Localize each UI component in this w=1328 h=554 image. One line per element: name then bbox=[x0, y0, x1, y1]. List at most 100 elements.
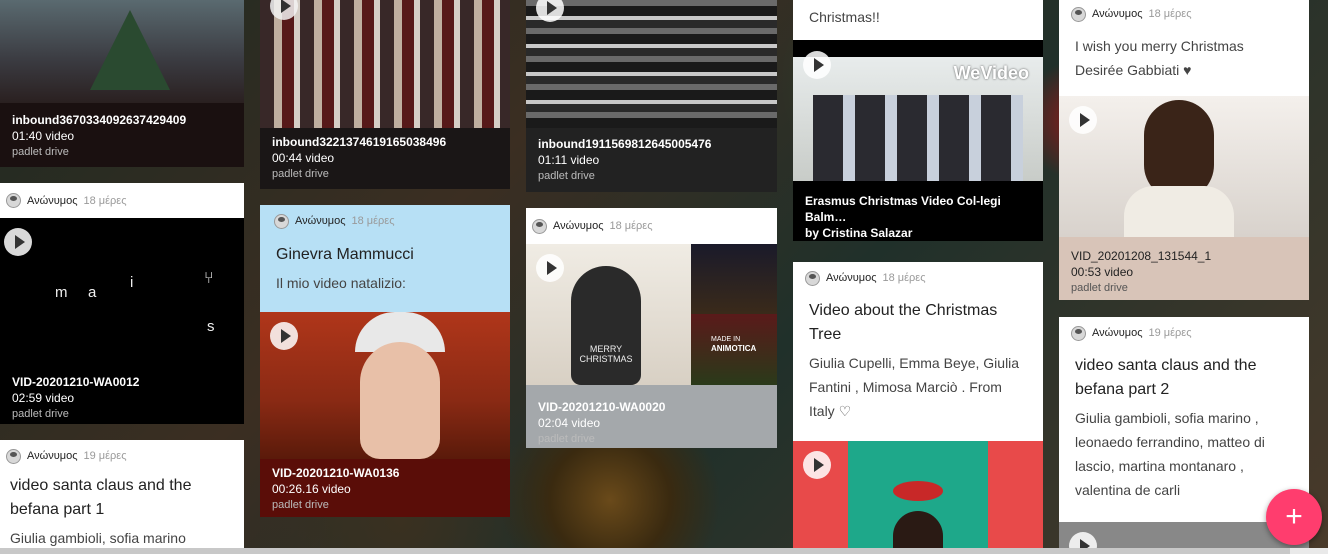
video-source: padlet drive bbox=[538, 433, 595, 445]
video-logo: WeVideo bbox=[953, 63, 1029, 83]
video-meta: inbound3221374619165038496 00:44 video p… bbox=[260, 128, 510, 188]
thumbnail-letter: a bbox=[88, 284, 97, 301]
post-author: Ανώνυμος bbox=[27, 194, 78, 207]
post-card-video-1[interactable]: inbound3670334092637429409 01:40 video p… bbox=[0, 0, 244, 167]
video-thumbnail[interactable] bbox=[260, 0, 510, 128]
add-post-button[interactable]: + bbox=[1266, 489, 1322, 545]
thumbnail-letter: i bbox=[130, 274, 134, 291]
video-filename: VID-20201210-WA0020 bbox=[538, 400, 666, 414]
video-duration: 02:59 video bbox=[12, 391, 75, 405]
video-meta: VID_20201208_131544_1 00:53 video padlet… bbox=[1059, 242, 1309, 300]
post-card-video-6[interactable]: Ανώνυμος 18 μέρες MERRY CHRISTMAS MADE I… bbox=[526, 208, 777, 448]
post-author: Ανώνυμος bbox=[553, 220, 604, 232]
video-meta: VID-20201210-WA0012 02:59 video padlet d… bbox=[0, 368, 244, 424]
video-thumbnail[interactable]: MERRY CHRISTMAS MADE IN ANIMOTICA bbox=[526, 244, 777, 385]
video-thumbnail[interactable] bbox=[0, 0, 244, 103]
play-icon[interactable] bbox=[270, 322, 298, 350]
post-header: Ανώνυμος 18 μέρες bbox=[526, 208, 777, 244]
post-body: Giulia gambioli, sofia marino , leonaedo… bbox=[1075, 410, 1265, 498]
avatar bbox=[532, 218, 547, 234]
thumbnail-letter: s bbox=[207, 318, 215, 335]
watermark-made-in: MADE IN bbox=[711, 336, 741, 343]
video-source: padlet drive bbox=[12, 408, 69, 420]
horizontal-scrollbar-thumb[interactable] bbox=[0, 548, 1290, 554]
play-icon[interactable] bbox=[803, 451, 831, 479]
post-title: Ginevra Mammucci bbox=[276, 246, 414, 263]
post-header: Ανώνυμος 18 μέρες bbox=[793, 262, 1043, 294]
post-author: Ανώνυμος bbox=[295, 215, 346, 227]
group-of-people bbox=[813, 95, 1023, 181]
video-duration: 00:44 video bbox=[272, 151, 335, 165]
video-filename: VID-20201210-WA0012 bbox=[12, 375, 140, 389]
play-icon[interactable] bbox=[536, 254, 564, 282]
post-card-text-1[interactable]: Ανώνυμος 19 μέρες video santa claus and … bbox=[0, 440, 244, 554]
post-author: Ανώνυμος bbox=[27, 450, 78, 462]
video-filename: inbound1911569812645005476 bbox=[538, 137, 712, 151]
sweater-text: MERRY CHRISTMAS bbox=[579, 344, 633, 364]
video-filename: inbound3670334092637429409 bbox=[12, 113, 187, 127]
post-author: Ανώνυμος bbox=[1092, 327, 1143, 339]
avatar bbox=[805, 270, 820, 286]
sweater-shape bbox=[1124, 186, 1234, 237]
christmas-tree-icon bbox=[90, 10, 170, 90]
side-video-frame-bottom: MADE IN ANIMOTICA bbox=[691, 314, 777, 385]
post-time: 19 μέρες bbox=[83, 450, 127, 462]
post-header: Ανώνυμος 19 μέρες bbox=[1059, 317, 1309, 349]
post-body: Il mio video natalizio: bbox=[276, 275, 406, 291]
video-thumbnail[interactable] bbox=[260, 312, 510, 459]
video-duration: 00:53 video bbox=[1071, 265, 1134, 279]
post-title: video santa claus and the befana part 1 bbox=[10, 477, 192, 518]
avatar bbox=[274, 213, 289, 229]
post-time: 18 μέρες bbox=[351, 215, 395, 227]
video-source: padlet drive bbox=[1071, 282, 1128, 294]
post-text-section: Christmas!! bbox=[793, 0, 1043, 40]
post-body: Christmas!! bbox=[809, 9, 880, 25]
video-title: Erasmus Christmas Video Col-legi Balm… bbox=[805, 194, 1001, 224]
post-card-video-3[interactable]: inbound3221374619165038496 00:44 video p… bbox=[260, 0, 510, 189]
video-duration: 01:11 video bbox=[538, 153, 600, 167]
thumbnail-letter: m bbox=[55, 284, 68, 301]
person-shape bbox=[571, 266, 641, 385]
post-top-section: Ανώνυμος 18 μέρες I wish you merry Chris… bbox=[1059, 0, 1309, 96]
post-card-video-4[interactable]: Ανώνυμος 18 μέρες Ginevra Mammucci Il mi… bbox=[260, 205, 510, 517]
play-icon[interactable] bbox=[1069, 106, 1097, 134]
avatar bbox=[1071, 6, 1086, 22]
watermark-brand: ANIMOTICA bbox=[711, 344, 757, 353]
post-time: 18 μέρες bbox=[609, 220, 653, 232]
video-thumbnail[interactable]: m a i ⑂ s bbox=[0, 218, 244, 368]
post-body-line-2: Desirée Gabbiati ♥ bbox=[1075, 62, 1192, 78]
play-icon[interactable] bbox=[536, 0, 564, 22]
post-body-line-1: I wish you merry Christmas bbox=[1075, 38, 1244, 54]
post-card-youtube[interactable]: Christmas!! WeVideo Erasmus Christmas Vi… bbox=[793, 0, 1043, 241]
post-header: Ανώνυμος 18 μέρες bbox=[0, 183, 244, 218]
video-thumbnail[interactable]: WeVideo bbox=[793, 51, 1043, 181]
post-author: Ανώνυμος bbox=[826, 272, 877, 284]
post-time: 18 μέρες bbox=[83, 194, 127, 207]
play-icon[interactable] bbox=[270, 0, 298, 20]
post-title: video santa claus and the befana part 2 bbox=[1075, 357, 1257, 398]
avatar bbox=[6, 448, 21, 464]
reindeer-antlers-icon bbox=[893, 481, 943, 501]
video-thumbnail[interactable] bbox=[793, 441, 1043, 554]
post-time: 19 μέρες bbox=[1148, 327, 1192, 339]
video-source: padlet drive bbox=[538, 170, 595, 182]
video-thumbnail[interactable] bbox=[526, 0, 777, 128]
post-header: Ανώνυμος 18 μέρες bbox=[260, 205, 510, 237]
post-card-video-7[interactable]: Ανώνυμος 18 μέρες I wish you merry Chris… bbox=[1059, 0, 1309, 300]
post-card-video-2[interactable]: Ανώνυμος 18 μέρες m a i ⑂ s VID-20201210… bbox=[0, 183, 244, 424]
fork-icon: ⑂ bbox=[204, 270, 214, 287]
post-title: Video about the Christmas Tree bbox=[809, 302, 998, 343]
post-body: Giulia Cupelli, Emma Beye, Giulia Fantin… bbox=[809, 355, 1020, 419]
video-duration: 01:40 video bbox=[12, 129, 75, 143]
play-icon[interactable] bbox=[4, 228, 32, 256]
video-meta: inbound3670334092637429409 01:40 video p… bbox=[0, 106, 244, 166]
post-card-video-5[interactable]: inbound1911569812645005476 01:11 video p… bbox=[526, 0, 777, 192]
post-time: 18 μέρες bbox=[882, 272, 926, 284]
video-thumbnail[interactable] bbox=[1059, 96, 1309, 237]
play-icon[interactable] bbox=[803, 51, 831, 79]
video-meta: VID-20201210-WA0020 02:04 video padlet d… bbox=[526, 393, 777, 448]
video-meta: inbound1911569812645005476 01:11 video p… bbox=[526, 130, 777, 190]
video-filename: VID_20201208_131544_1 bbox=[1071, 249, 1212, 263]
post-card-text-2[interactable]: Ανώνυμος 18 μέρες Video about the Christ… bbox=[793, 262, 1043, 554]
video-meta: VID-20201210-WA0136 00:26.16 video padle… bbox=[260, 459, 510, 517]
